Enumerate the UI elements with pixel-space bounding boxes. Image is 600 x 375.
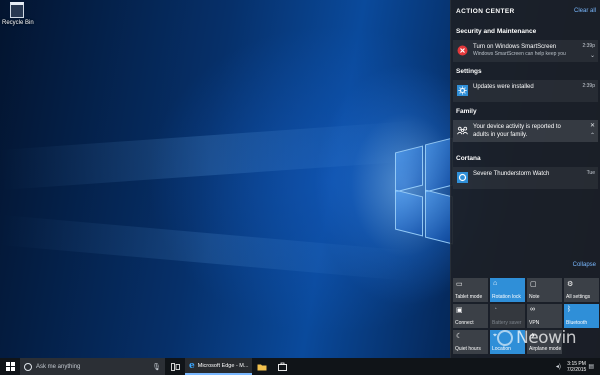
- action-center-header: ACTION CENTER Clear all: [451, 0, 600, 22]
- tile-label: Tablet mode: [455, 294, 483, 300]
- tile-label: Location: [492, 346, 511, 352]
- recycle-bin-label: Recycle Bin: [2, 20, 34, 26]
- connect-icon: ▣: [456, 307, 463, 314]
- folder-icon: [257, 364, 267, 370]
- start-button[interactable]: [0, 358, 20, 375]
- tile-quiet-hours[interactable]: ☾ Quiet hours: [453, 330, 488, 354]
- tile-bluetooth[interactable]: ᛒ Bluetooth: [564, 304, 599, 328]
- task-view-button[interactable]: [165, 358, 185, 375]
- tile-label: All settings: [566, 294, 591, 300]
- family-icon: [457, 125, 468, 136]
- clear-all-link[interactable]: Clear all: [574, 8, 596, 14]
- recycle-bin-icon: [10, 2, 24, 18]
- tablet-mode-icon: ▭: [456, 281, 463, 288]
- clock-time: 3:15 PM: [567, 360, 586, 367]
- action-center-title: ACTION CENTER: [456, 7, 515, 15]
- notification-updates[interactable]: Updates were installed 2:39p: [453, 80, 598, 102]
- group-title-cortana: Cortana: [456, 155, 481, 162]
- notification-cortana[interactable]: Severe Thunderstorm Watch Tue: [453, 167, 598, 189]
- taskbar-app-store[interactable]: [272, 358, 292, 375]
- notification-title: Updates were installed: [473, 84, 534, 90]
- group-title-settings: Settings: [456, 68, 482, 75]
- group-title-security: Security and Maintenance: [456, 28, 537, 35]
- notification-smartscreen[interactable]: Turn on Windows SmartScreen Windows Smar…: [453, 40, 598, 62]
- cortana-search-icon: [24, 362, 32, 371]
- volume-icon[interactable]: ◂): [556, 363, 561, 370]
- action-center-panel: ACTION CENTER Clear all Security and Mai…: [450, 0, 600, 358]
- tile-label: Rotation lock: [492, 294, 521, 300]
- tile-tablet-mode[interactable]: ▭ Tablet mode: [453, 278, 488, 302]
- notification-title: Your device activity is reported to adul…: [473, 124, 561, 138]
- tile-connect[interactable]: ▣ Connect: [453, 304, 488, 328]
- tile-label: Battery saver: [492, 320, 522, 326]
- taskbar-app-file-explorer[interactable]: [252, 358, 272, 375]
- clock-date: 7/2/2015: [566, 366, 587, 373]
- gear-icon: [457, 85, 468, 96]
- tile-label: Quiet hours: [455, 346, 481, 352]
- taskbar-app-label: Microsoft Edge - M...: [197, 362, 249, 369]
- tile-label: Note: [529, 294, 540, 300]
- cortana-icon: [457, 172, 468, 183]
- notification-title: Severe Thunderstorm Watch: [473, 171, 550, 177]
- clock[interactable]: 3:15 PM 7/2/2015: [567, 361, 586, 373]
- taskbar-app-edge[interactable]: e Microsoft Edge - M...: [185, 358, 253, 375]
- task-view-icon: [170, 362, 180, 371]
- location-icon: ⌖: [493, 332, 497, 339]
- search-box[interactable]: Ask me anything 🎙: [20, 358, 165, 375]
- chevron-up-icon[interactable]: ⌃: [590, 132, 595, 139]
- tile-airplane-mode[interactable]: ✈ Airplane mode: [527, 330, 562, 354]
- close-icon[interactable]: ✕: [590, 122, 595, 129]
- tile-label: Airplane mode: [529, 346, 562, 352]
- rotation-lock-icon: ⌂: [493, 280, 498, 287]
- notification-time: 2:39p: [582, 83, 595, 89]
- tile-location[interactable]: ⌖ Location: [490, 330, 525, 354]
- notification-body: Windows SmartScreen can help keep you: [473, 51, 566, 57]
- airplane-icon: ✈: [530, 333, 536, 340]
- edge-icon: e: [189, 360, 195, 371]
- tile-label: Connect: [455, 320, 474, 326]
- taskbar: Ask me anything 🎙 e Microsoft Edge - M..…: [0, 358, 600, 375]
- notification-title: Turn on Windows SmartScreen: [473, 44, 557, 50]
- recycle-bin[interactable]: Recycle Bin: [2, 2, 34, 26]
- tile-vpn[interactable]: ∞ VPN: [527, 304, 562, 328]
- group-title-family: Family: [456, 108, 477, 115]
- tile-battery-saver[interactable]: ◔ Battery saver: [490, 304, 525, 328]
- tile-note[interactable]: ▢ Note: [527, 278, 562, 302]
- search-placeholder: Ask me anything: [36, 363, 81, 370]
- action-center-icon[interactable]: ▤: [588, 363, 594, 370]
- moon-icon: ☾: [456, 333, 463, 340]
- settings-icon: ⚙: [567, 281, 574, 288]
- tile-rotation-lock[interactable]: ⌂ Rotation lock: [490, 278, 525, 302]
- tile-all-settings[interactable]: ⚙ All settings: [564, 278, 599, 302]
- vpn-icon: ∞: [530, 306, 535, 313]
- windows-start-icon: [5, 362, 15, 371]
- error-icon: [457, 45, 468, 56]
- quick-actions-grid: ▭ Tablet mode ⌂ Rotation lock ▢ Note ⚙ A…: [453, 278, 599, 354]
- tile-label: VPN: [529, 320, 540, 326]
- store-icon: [278, 362, 287, 371]
- microphone-icon[interactable]: 🎙: [152, 363, 161, 371]
- battery-saver-icon: ◔: [493, 306, 498, 313]
- tile-label: Bluetooth: [566, 320, 588, 326]
- notification-time: Tue: [586, 170, 595, 176]
- system-tray: ◂) 3:15 PM 7/2/2015 ▤: [554, 358, 600, 375]
- note-icon: ▢: [530, 281, 537, 288]
- bluetooth-icon: ᛒ: [567, 306, 572, 313]
- windows-logo-graphic: [395, 135, 455, 245]
- notification-family[interactable]: Your device activity is reported to adul…: [453, 120, 598, 142]
- notification-time: 2:39p: [582, 43, 595, 49]
- chevron-down-icon[interactable]: ⌄: [590, 52, 595, 59]
- collapse-link[interactable]: Collapse: [573, 262, 596, 268]
